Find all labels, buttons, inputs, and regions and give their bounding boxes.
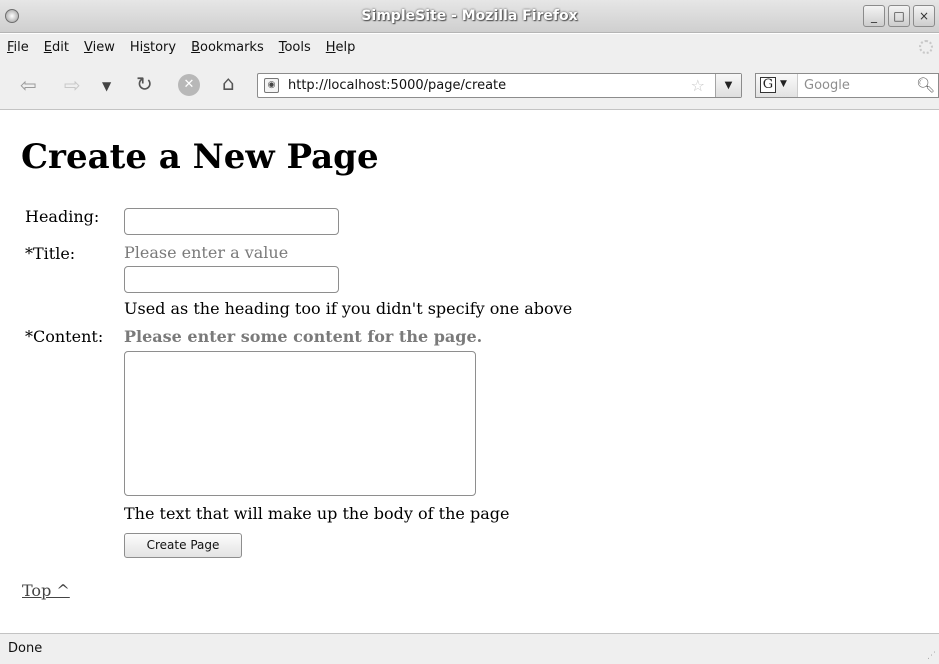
maximize-button[interactable]: □	[888, 5, 910, 27]
menu-edit[interactable]: Edit	[44, 40, 69, 55]
url-input[interactable]: http://localhost:5000/page/create	[288, 78, 506, 93]
content-textarea[interactable]	[124, 351, 476, 496]
close-button[interactable]: ×	[913, 5, 935, 27]
reload-icon[interactable]: ↻	[136, 73, 153, 95]
menu-help[interactable]: Help	[326, 40, 356, 55]
window-controls: _ □ ×	[863, 5, 935, 27]
forward-icon[interactable]: ⇨	[64, 74, 81, 96]
menu-bar: File Edit View History Bookmarks Tools H…	[0, 34, 939, 60]
heading-label: Heading:	[25, 207, 100, 226]
search-icon[interactable]: 🔍︎	[916, 76, 935, 94]
navigation-toolbar: ⇦ ⇨ ▼ ↻ ✕ ⌂ ◉ http://localhost:5000/page…	[0, 60, 939, 110]
window-title: SimpleSite - Mozilla Firefox	[361, 8, 578, 24]
address-bar[interactable]: ◉ http://localhost:5000/page/create ☆ ▼	[257, 73, 742, 98]
minimize-button[interactable]: _	[863, 5, 885, 27]
resize-grip-icon[interactable]: ⋰	[927, 651, 936, 661]
back-icon[interactable]: ⇦	[20, 74, 37, 96]
heading-input[interactable]	[124, 208, 339, 235]
history-dropdown-icon[interactable]: ▼	[102, 75, 111, 97]
search-bar[interactable]: G ▼ Google 🔍︎	[755, 73, 939, 98]
content-label: *Content:	[25, 327, 104, 346]
title-help-text: Used as the heading too if you didn't sp…	[124, 299, 573, 318]
throbber-icon	[919, 40, 933, 54]
status-bar: Done ⋰	[0, 633, 939, 664]
title-input[interactable]	[124, 266, 339, 293]
home-icon[interactable]: ⌂	[222, 72, 235, 94]
menu-tools[interactable]: Tools	[279, 40, 311, 55]
top-link[interactable]: Top ^	[22, 581, 70, 600]
menu-file[interactable]: File	[7, 40, 29, 55]
menu-view[interactable]: View	[84, 40, 115, 55]
google-icon: G	[760, 77, 776, 93]
site-identity-icon[interactable]: ◉	[264, 78, 279, 93]
chevron-down-icon: ▼	[780, 79, 787, 89]
create-page-button[interactable]: Create Page	[124, 533, 242, 558]
page-title: Create a New Page	[21, 137, 379, 177]
search-engine-button[interactable]: G ▼	[756, 74, 798, 97]
stop-icon[interactable]: ✕	[178, 74, 200, 96]
page-content: Create a New Page Heading: *Title: Pleas…	[0, 111, 939, 633]
content-error-message: Please enter some content for the page.	[124, 327, 483, 346]
content-help-text: The text that will make up the body of t…	[124, 504, 510, 523]
search-input[interactable]: Google	[804, 78, 850, 93]
bookmark-star-icon[interactable]: ☆	[691, 76, 705, 95]
title-label: *Title:	[25, 244, 76, 263]
window-titlebar: SimpleSite - Mozilla Firefox _ □ ×	[0, 0, 939, 33]
menu-bookmarks[interactable]: Bookmarks	[191, 40, 264, 55]
status-text: Done	[8, 641, 43, 656]
menu-history[interactable]: History	[130, 40, 176, 55]
title-error-message: Please enter a value	[124, 243, 289, 262]
url-history-dropdown[interactable]: ▼	[715, 74, 741, 97]
